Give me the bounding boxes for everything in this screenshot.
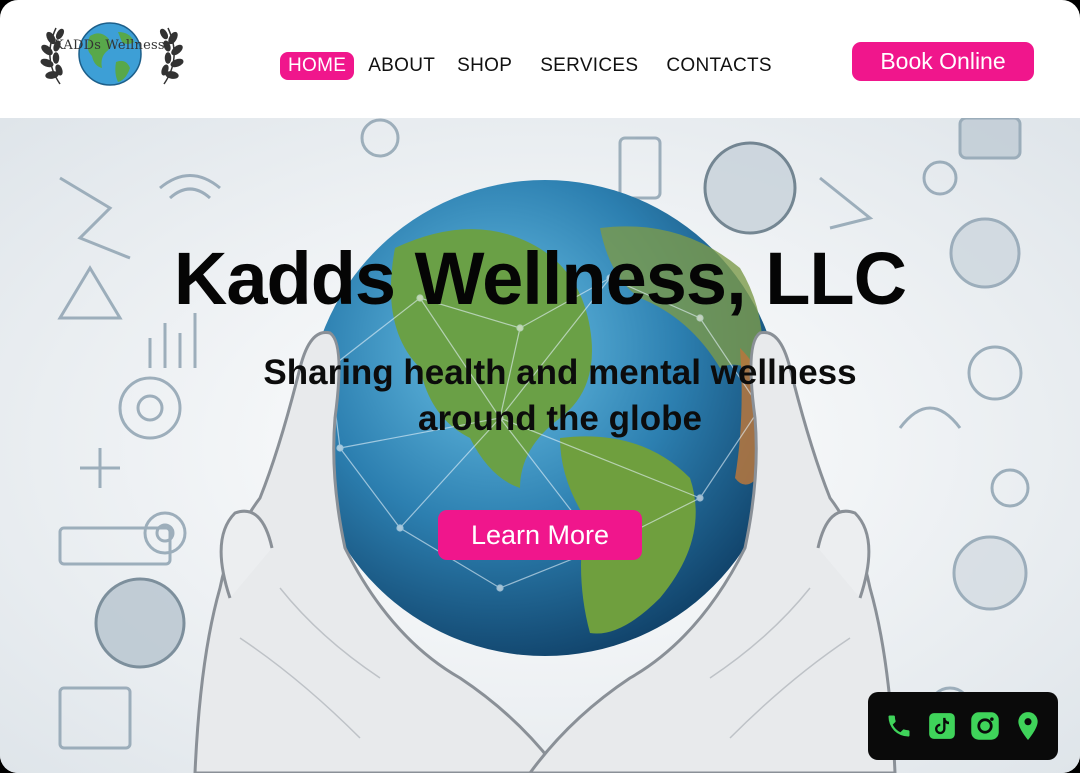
hero-globe-hands-image xyxy=(0,118,1080,773)
location-pin-icon[interactable] xyxy=(1015,711,1041,741)
social-bar xyxy=(868,692,1058,760)
hero-subtitle: Sharing health and mental wellness aroun… xyxy=(263,353,857,438)
nav-services[interactable]: SERVICES xyxy=(532,52,646,80)
hero-title: Kadds Wellness, LLC xyxy=(173,237,907,320)
page-frame: KADDs Wellness HOME ABOUT SHOP SERVICES … xyxy=(0,0,1080,773)
nav-contacts[interactable]: CONTACTS xyxy=(658,52,780,80)
logo[interactable]: KADDs Wellness xyxy=(38,18,186,92)
logo-globe-icon xyxy=(40,22,184,86)
hero-section: Kadds Wellness, LLC Sharing health and m… xyxy=(0,118,1080,773)
site-header: KADDs Wellness HOME ABOUT SHOP SERVICES … xyxy=(0,0,1080,118)
nav-shop[interactable]: SHOP xyxy=(449,52,520,80)
nav-home[interactable]: HOME xyxy=(280,52,355,80)
tiktok-icon[interactable] xyxy=(928,712,956,740)
instagram-icon[interactable] xyxy=(970,711,1000,741)
book-online-button[interactable]: Book Online xyxy=(852,42,1034,81)
main-nav: HOME ABOUT SHOP SERVICES CONTACTS xyxy=(280,51,786,81)
nav-about[interactable]: ABOUT xyxy=(360,52,443,80)
logo-text: KADDs Wellness xyxy=(54,38,165,53)
learn-more-button[interactable]: Learn More xyxy=(438,510,642,560)
phone-icon[interactable] xyxy=(885,712,913,740)
